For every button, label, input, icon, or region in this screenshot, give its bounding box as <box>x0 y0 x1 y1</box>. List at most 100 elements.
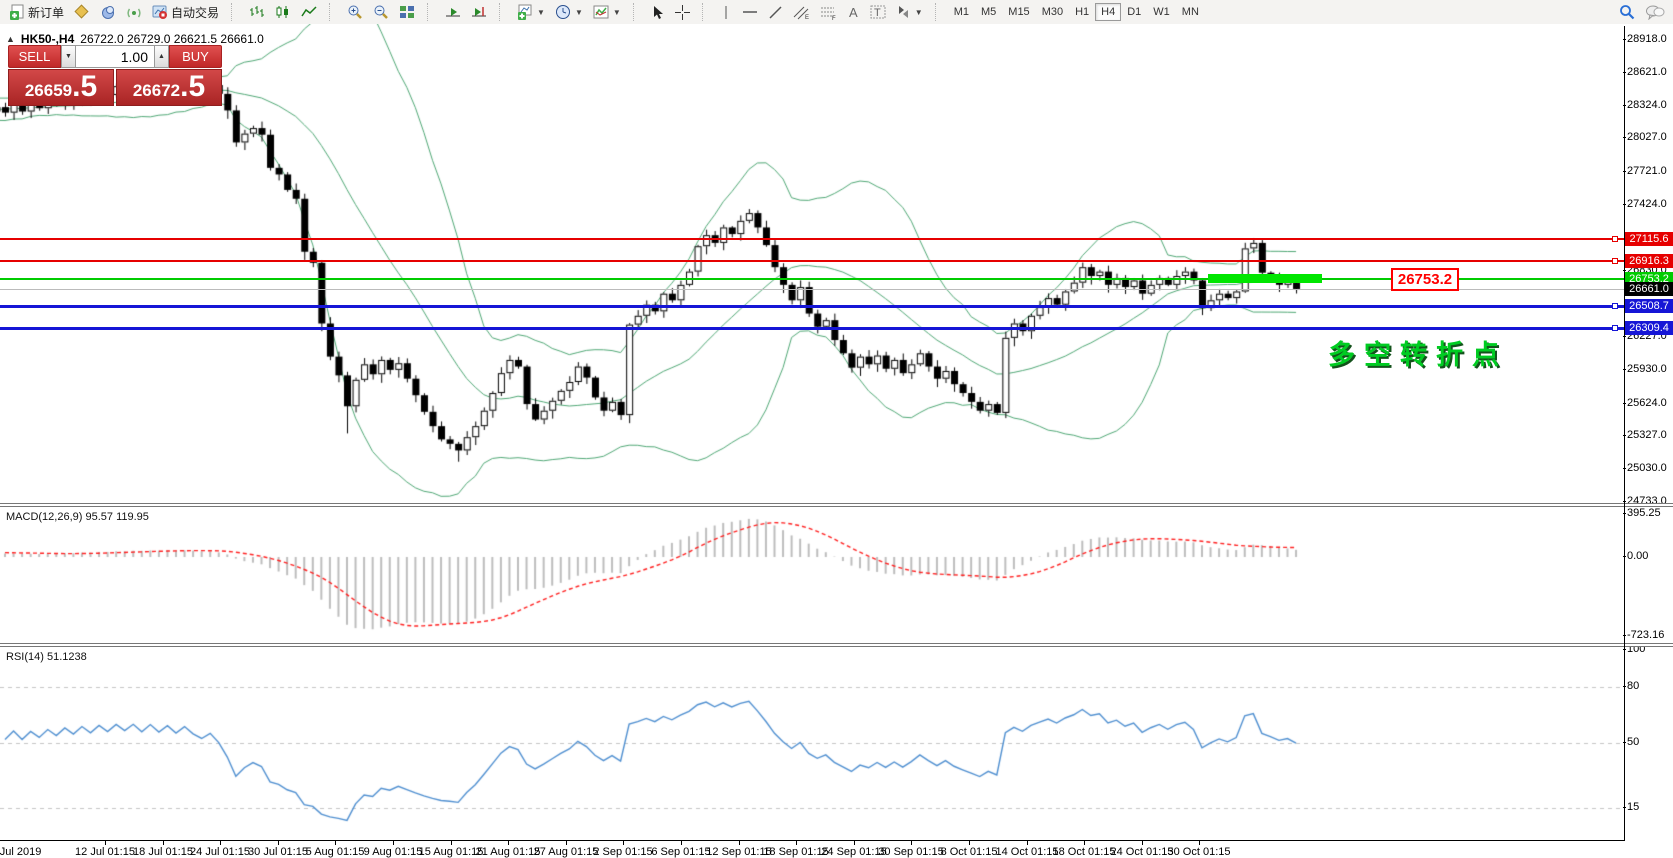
horizontal-line-26916.3[interactable] <box>0 260 1624 262</box>
auto-scroll-icon <box>445 5 461 19</box>
time-axis-line <box>0 840 1625 841</box>
price-axis-tick: 28918.0 <box>1627 33 1667 45</box>
macd-signal-value: 119.95 <box>116 511 149 523</box>
line-anchor-handle[interactable] <box>1612 236 1618 242</box>
autotrading-button[interactable]: 自动交易 <box>147 3 224 21</box>
sell-price-button[interactable]: 26659 .5 <box>8 69 114 106</box>
line-anchor-handle[interactable] <box>1612 258 1618 264</box>
chat-icon[interactable] <box>1645 4 1665 20</box>
chart-shift-button[interactable] <box>466 3 492 21</box>
buy-price-frac: .5 <box>180 74 205 100</box>
zoom-in-icon <box>347 4 363 20</box>
sell-price-frac: .5 <box>72 74 97 100</box>
time-axis-tick <box>969 841 970 845</box>
timeframe-button-W1[interactable]: W1 <box>1147 3 1176 21</box>
arrows-tool-button[interactable]: ▼ <box>891 3 928 21</box>
chart-canvas[interactable] <box>0 24 1624 858</box>
time-axis-tick <box>278 841 279 845</box>
time-axis-tick <box>854 841 855 845</box>
svg-text:A: A <box>849 5 858 19</box>
horizontal-line-tool-button[interactable] <box>737 3 763 21</box>
timeframe-button-H1[interactable]: H1 <box>1069 3 1095 21</box>
mt4-window: 新订单 自动交易 <box>0 0 1673 858</box>
svg-text:F: F <box>832 16 836 20</box>
horizontal-line-27115.6[interactable] <box>0 238 1624 240</box>
text-label-tool-button[interactable]: T <box>865 3 891 21</box>
horizontal-line-26309.4[interactable] <box>0 327 1624 330</box>
collapse-indicator-icon[interactable]: ▲ <box>6 34 15 44</box>
toolbar-separator <box>499 3 505 21</box>
cursor-tool-button[interactable] <box>646 3 670 21</box>
candlestick-mode-button[interactable] <box>270 3 296 21</box>
horizontal-line-26661.0[interactable] <box>0 289 1624 290</box>
price-axis-tick: 27424.0 <box>1627 198 1667 210</box>
bar-chart-mode-button[interactable] <box>244 3 270 21</box>
turning-point-highlight[interactable] <box>1208 274 1322 283</box>
equidistant-channel-tool-button[interactable]: E <box>788 3 815 21</box>
buy-button[interactable]: BUY <box>169 45 222 68</box>
chart-window[interactable]: ▲ HK50-,H4 26722.0 26729.0 26621.5 26661… <box>0 24 1673 858</box>
indicators-button[interactable]: ▼ <box>588 3 626 21</box>
time-axis-label: 8 Jul 2019 <box>0 846 41 858</box>
zoom-in-button[interactable] <box>342 3 368 21</box>
community-icon <box>100 4 116 20</box>
rsi-axis-tick: 15 <box>1627 801 1639 813</box>
search-icon[interactable] <box>1619 4 1635 20</box>
rsi-axis-tick: 80 <box>1627 680 1639 692</box>
timeframe-button-M5[interactable]: M5 <box>975 3 1002 21</box>
arrows-icon <box>896 5 911 19</box>
timeframe-button-M15[interactable]: M15 <box>1002 3 1035 21</box>
time-axis-tick <box>1027 841 1028 845</box>
dropdown-arrow-icon: ▼ <box>613 8 621 17</box>
tile-windows-button[interactable] <box>394 3 420 21</box>
time-axis-tick <box>1142 841 1143 845</box>
trendline-tool-button[interactable] <box>763 3 788 21</box>
line-anchor-handle[interactable] <box>1612 303 1618 309</box>
volume-input[interactable]: 1.00 <box>76 45 154 68</box>
sell-button[interactable]: SELL <box>8 45 61 68</box>
time-axis-tick <box>335 841 336 845</box>
line-anchor-handle[interactable] <box>1612 325 1618 331</box>
timeframe-button-M1[interactable]: M1 <box>948 3 975 21</box>
line-chart-mode-button[interactable] <box>296 3 322 21</box>
time-axis-tick <box>739 841 740 845</box>
signals-button[interactable] <box>121 3 147 21</box>
buy-price-button[interactable]: 26672 .5 <box>116 69 222 106</box>
timeframe-button-M30[interactable]: M30 <box>1036 3 1069 21</box>
mql5-community-button[interactable] <box>95 3 121 21</box>
candlestick-icon <box>275 5 291 19</box>
timeframe-button-D1[interactable]: D1 <box>1121 3 1147 21</box>
macd-axis-tick: 0.00 <box>1627 550 1648 562</box>
market-watch-button[interactable] <box>69 3 95 21</box>
zoom-out-button[interactable] <box>368 3 394 21</box>
rsi-panel-splitter[interactable] <box>0 643 1673 647</box>
line-price-label: 26309.4 <box>1625 321 1673 335</box>
volume-decrease-button[interactable]: ▼ <box>61 45 76 68</box>
new-chart-button[interactable]: ▼ <box>512 3 550 21</box>
text-tool-button[interactable]: A <box>842 3 865 21</box>
time-axis-label: 14 Oct 01:15 <box>996 846 1059 858</box>
price-axis-tick: 25030.0 <box>1627 462 1667 474</box>
time-axis-label: 8 Oct 01:15 <box>941 846 998 858</box>
toolbar-separator <box>633 3 639 21</box>
macd-panel-splitter[interactable] <box>0 503 1673 507</box>
vertical-line-tool-button[interactable] <box>715 3 737 21</box>
dropdown-arrow-icon: ▼ <box>537 8 545 17</box>
text-label-icon: T <box>870 5 886 19</box>
horizontal-line-26753.2[interactable] <box>0 278 1624 280</box>
price-flag-label[interactable]: 26753.2 <box>1391 268 1459 291</box>
timeframe-button-H4[interactable]: H4 <box>1095 3 1121 21</box>
cursor-icon <box>651 5 665 20</box>
fibonacci-tool-button[interactable]: F <box>815 3 842 21</box>
channel-icon: E <box>793 5 810 20</box>
profiles-button[interactable]: ▼ <box>550 3 588 21</box>
new-order-button[interactable]: 新订单 <box>4 3 69 21</box>
svg-text:T: T <box>874 7 881 19</box>
chart-shift-icon <box>471 5 487 19</box>
crosshair-tool-button[interactable] <box>670 3 695 21</box>
volume-increase-button[interactable]: ▲ <box>154 45 169 68</box>
auto-scroll-button[interactable] <box>440 3 466 21</box>
chart-annotation-text[interactable]: 多空转折点 <box>1328 333 1508 372</box>
horizontal-line-26508.7[interactable] <box>0 305 1624 308</box>
timeframe-button-MN[interactable]: MN <box>1176 3 1205 21</box>
